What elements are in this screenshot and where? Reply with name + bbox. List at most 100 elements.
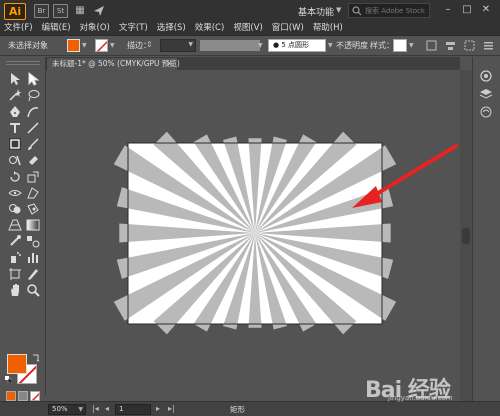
gradient-tool-icon[interactable] (26, 218, 40, 232)
next-artboard-icon[interactable]: ▸ (156, 404, 160, 413)
menu-type[interactable]: 文字(T) (119, 22, 148, 34)
paintbrush-tool-icon[interactable] (26, 137, 40, 151)
maximize-icon[interactable]: □ (460, 3, 474, 17)
stock-search-input[interactable]: 搜索 Adobe Stock (348, 3, 430, 18)
default-colors-icon[interactable] (5, 376, 12, 383)
hand-tool-icon[interactable] (8, 283, 22, 297)
collapsed-panels (472, 57, 500, 401)
artboard-tool-icon[interactable] (8, 267, 22, 281)
chevron-down-icon[interactable]: ▼ (409, 42, 414, 49)
shape-builder-tool-icon[interactable] (8, 202, 22, 216)
align-icon[interactable] (444, 39, 457, 52)
swap-colors-icon[interactable] (32, 354, 40, 362)
menu-bar: Ai Br St ▦ 基本功能 ▼ 搜索 Adobe Stock – □ ✕ 文… (0, 0, 500, 36)
first-artboard-icon[interactable]: |◂ (92, 404, 99, 413)
variable-width-profile[interactable] (200, 40, 260, 51)
brush-definition[interactable]: ● 5 点圆形 (268, 39, 326, 52)
menu-file[interactable]: 文件(F) (4, 22, 33, 34)
close-icon[interactable]: × (166, 58, 173, 70)
arrange-documents-icon[interactable]: ▦ (72, 4, 88, 18)
fill-color-box[interactable] (7, 354, 27, 374)
magic-wand-tool-icon[interactable] (8, 88, 22, 102)
line-segment-tool-icon[interactable] (26, 121, 40, 135)
scale-tool-icon[interactable] (26, 170, 40, 184)
control-bar: 未选择对象 ▼ ▼ 描边： ⇕ ▼ ▼ ● 5 点圆形 ▼ 不透明度 样式： ▼ (0, 36, 500, 56)
send-icon[interactable] (92, 4, 106, 18)
curvature-tool-icon[interactable] (26, 105, 40, 119)
chevron-down-icon[interactable]: ▼ (82, 42, 87, 49)
bridge-button[interactable]: Br (34, 4, 49, 18)
type-tool-icon[interactable] (8, 121, 22, 135)
width-tool-icon[interactable] (8, 186, 22, 200)
graphic-style-swatch[interactable] (393, 39, 407, 52)
pen-tool-icon[interactable] (8, 105, 22, 119)
perspective-grid-tool-icon[interactable] (8, 218, 22, 232)
opacity-link[interactable]: 不透明度 (336, 40, 368, 51)
status-info: 矩形 (230, 405, 245, 414)
libraries-icon[interactable] (479, 105, 493, 119)
tools-panel (0, 57, 46, 416)
last-artboard-icon[interactable]: ▸| (168, 404, 175, 413)
close-icon[interactable]: ✕ (479, 3, 493, 17)
gradient-mode-icon[interactable] (18, 391, 28, 401)
layers-icon[interactable] (479, 87, 493, 101)
slice-tool-icon[interactable] (26, 267, 40, 281)
tab-title: 未标题-1* @ 50% (CMYK/GPU 预览) (52, 59, 180, 68)
none-slash-icon (31, 392, 39, 400)
menu-window[interactable]: 窗口(W) (272, 22, 304, 34)
workspace-switcher[interactable]: 基本功能 (298, 5, 334, 18)
zoom-value: 50% (52, 405, 68, 413)
scroll-thumb[interactable] (462, 228, 470, 244)
fill-color-swatch[interactable] (67, 39, 80, 52)
chevron-down-icon[interactable]: ▼ (78, 405, 83, 414)
menu-effect[interactable]: 效果(C) (195, 22, 225, 34)
live-paint-tool-icon[interactable] (26, 202, 40, 216)
zoom-tool-icon[interactable] (26, 283, 40, 297)
stroke-stepper-icon[interactable]: ⇕ (146, 40, 153, 49)
blend-tool-icon[interactable] (26, 234, 40, 248)
chevron-down-icon[interactable]: ▼ (336, 6, 341, 14)
artboard-number-select[interactable]: 1 (115, 404, 151, 415)
stroke-color-swatch[interactable] (95, 39, 108, 52)
properties-icon[interactable] (479, 69, 493, 83)
symbol-sprayer-tool-icon[interactable] (8, 250, 22, 264)
chevron-down-icon[interactable]: ▼ (110, 42, 115, 49)
eyedropper-tool-icon[interactable] (8, 234, 22, 248)
chevron-down-icon[interactable]: ▼ (258, 42, 263, 49)
previous-artboard-icon[interactable]: ◂ (105, 404, 109, 413)
none-mode-icon[interactable] (30, 391, 40, 401)
color-mode-icon[interactable] (6, 391, 16, 401)
vertical-scrollbar[interactable] (460, 70, 472, 401)
column-graph-tool-icon[interactable] (26, 250, 40, 264)
free-transform-tool-icon[interactable] (26, 186, 40, 200)
chevron-down-icon[interactable]: ▼ (188, 41, 193, 48)
artwork (113, 131, 458, 335)
menu-edit[interactable]: 编辑(E) (42, 22, 71, 34)
transform-icon[interactable] (463, 39, 476, 52)
selection-tool-icon[interactable] (8, 72, 22, 86)
chevron-down-icon[interactable]: ▼ (328, 42, 333, 49)
eraser-tool-icon[interactable] (26, 153, 40, 167)
document-setup-icon[interactable] (425, 39, 438, 52)
app-logo: Ai (4, 3, 26, 20)
menu-view[interactable]: 视图(V) (233, 22, 262, 34)
lasso-tool-icon[interactable] (26, 88, 40, 102)
minimize-icon[interactable]: – (441, 3, 455, 17)
style-label: 样式： (370, 41, 394, 50)
shaper-tool-icon[interactable] (8, 153, 22, 167)
direct-selection-tool-icon[interactable] (26, 72, 40, 86)
zoom-level-select[interactable]: 50% ▼ (48, 404, 86, 415)
tab-document[interactable]: 未标题-1* @ 50% (CMYK/GPU 预览) × (46, 57, 180, 70)
watermark-url: jingyan.baidu.com (388, 394, 453, 402)
rectangle-tool-icon[interactable] (8, 137, 22, 151)
menu-object[interactable]: 对象(O) (80, 22, 110, 34)
menu-select[interactable]: 选择(S) (157, 22, 186, 34)
stock-button[interactable]: St (53, 4, 68, 18)
toolbar-grip[interactable] (6, 61, 40, 65)
artboard-canvas[interactable] (46, 70, 460, 401)
menu-help[interactable]: 帮助(H) (313, 22, 343, 34)
stroke-weight-input[interactable]: ▼ (160, 39, 196, 52)
rotate-tool-icon[interactable] (8, 170, 22, 184)
panel-menu-icon[interactable] (482, 39, 495, 52)
none-slash-icon (96, 40, 107, 51)
